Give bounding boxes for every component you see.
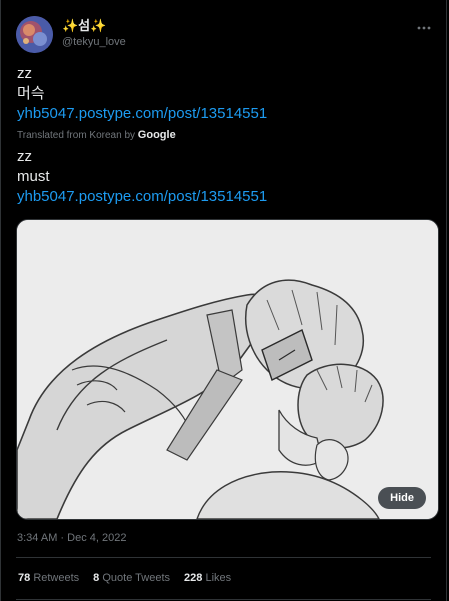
sketch-illustration — [17, 220, 438, 519]
translated-link[interactable]: yhb5047.postype.com/post/13514551 — [17, 187, 430, 207]
handle: @tekyu_love — [62, 36, 126, 48]
display-name[interactable]: ✨섬✨ — [62, 17, 126, 34]
translation-prefix: Translated from Korean by — [17, 130, 138, 141]
likes-label: Likes — [205, 572, 232, 584]
author-block: ✨섬✨ @tekyu_love — [62, 17, 126, 50]
original-link[interactable]: yhb5047.postype.com/post/13514551 — [17, 104, 430, 124]
retweets-count: 78 — [18, 572, 31, 584]
retweets-label: Retweets — [33, 572, 80, 584]
tweet-text: zz 머슥 yhb5047.postype.com/post/13514551 … — [17, 64, 430, 207]
likes-stat[interactable]: 228 Likes — [184, 572, 231, 584]
more-button[interactable] — [416, 20, 432, 36]
retweets-stat[interactable]: 78 Retweets — [18, 572, 79, 584]
quotes-stat[interactable]: 8 Quote Tweets — [93, 572, 170, 584]
engagement-stats: 78 Retweets 8 Quote Tweets 228 Likes — [18, 572, 231, 584]
translation-provider[interactable]: Google — [138, 129, 176, 141]
timestamp[interactable]: 3:34 AM · Dec 4, 2022 — [17, 532, 126, 544]
divider-bottom — [16, 599, 431, 600]
translated-line-2: must — [17, 168, 50, 185]
tweet-frame: ✨섬✨ @tekyu_love zz 머슥 yhb5047.postype.co… — [0, 0, 447, 601]
likes-count: 228 — [184, 572, 203, 584]
avatar-image — [16, 16, 53, 53]
quotes-count: 8 — [93, 572, 100, 584]
original-line-1: zz — [17, 65, 32, 82]
media-image[interactable]: Hide — [16, 219, 439, 520]
avatar[interactable] — [16, 16, 53, 53]
more-icon — [417, 26, 431, 30]
hide-button[interactable]: Hide — [378, 487, 426, 509]
quotes-label: Quote Tweets — [102, 572, 171, 584]
original-line-2: 머슥 — [17, 85, 45, 102]
translation-attribution: Translated from Korean by Google — [17, 128, 430, 143]
translated-line-1: zz — [17, 148, 32, 165]
divider-top — [16, 557, 431, 558]
